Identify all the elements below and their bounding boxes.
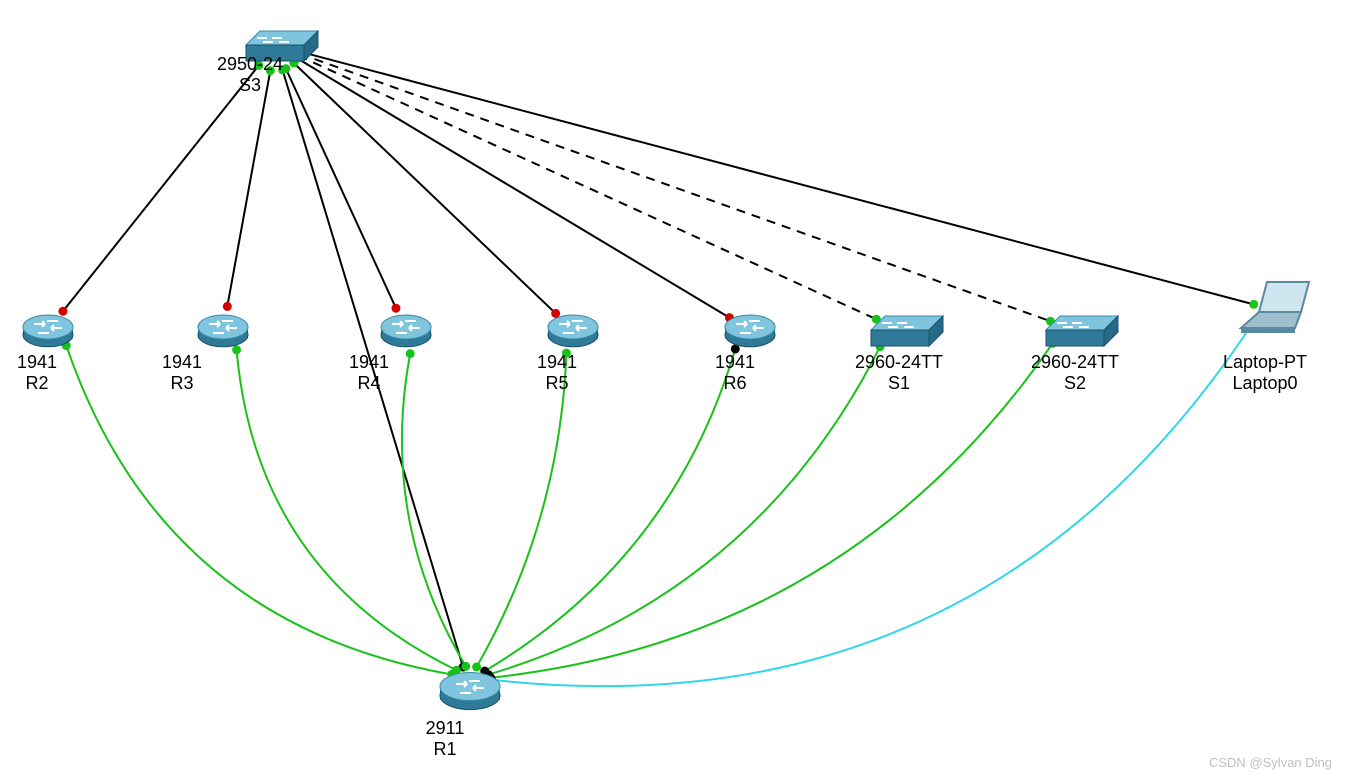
- link-S3-S2[interactable]: [299, 54, 1050, 322]
- device-S2[interactable]: [1046, 316, 1118, 346]
- watermark: CSDN @Sylvan Ding: [1209, 755, 1332, 770]
- link-S3-R5[interactable]: [294, 63, 556, 313]
- port-status-dot: [232, 345, 241, 354]
- device-R6[interactable]: [725, 315, 775, 347]
- device-label-R5: 1941 R5: [537, 352, 577, 393]
- port-status-dot: [58, 307, 67, 316]
- link-R1-S1[interactable]: [488, 347, 880, 675]
- link-S3-R3[interactable]: [227, 71, 270, 307]
- device-label-S3: 2950-24 S3: [217, 54, 283, 95]
- device-label-L0: Laptop-PT Laptop0: [1223, 352, 1307, 393]
- link-R1-S2[interactable]: [491, 343, 1053, 677]
- device-S1[interactable]: [871, 316, 943, 346]
- link-R1-R2[interactable]: [66, 346, 451, 675]
- port-status-dot: [406, 349, 415, 358]
- device-R1[interactable]: [440, 673, 500, 710]
- device-R2[interactable]: [23, 315, 73, 347]
- link-R1-R5[interactable]: [477, 353, 567, 667]
- device-R3[interactable]: [198, 315, 248, 347]
- device-label-S2: 2960-24TT S2: [1031, 352, 1119, 393]
- port-status-dot: [391, 304, 400, 313]
- link-S3-L0[interactable]: [300, 52, 1254, 305]
- device-label-S1: 2960-24TT S1: [855, 352, 943, 393]
- link-S3-S1[interactable]: [299, 56, 877, 319]
- device-R4[interactable]: [381, 315, 431, 347]
- topology-canvas: [0, 0, 1350, 780]
- port-status-dot: [551, 309, 560, 318]
- link-S3-R6[interactable]: [297, 58, 729, 317]
- link-R1-R4[interactable]: [402, 354, 466, 667]
- device-label-R4: 1941 R4: [349, 352, 389, 393]
- device-label-R2: 1941 R2: [17, 352, 57, 393]
- port-status-dot: [1249, 300, 1258, 309]
- link-R1-R3[interactable]: [237, 350, 457, 670]
- link-S3-R2[interactable]: [63, 65, 259, 311]
- link-S3-R4[interactable]: [286, 69, 396, 309]
- link-R1-R6[interactable]: [485, 349, 736, 671]
- port-status-dot: [223, 302, 232, 311]
- device-label-R1: 2911 R1: [426, 718, 465, 759]
- port-status-dot: [461, 662, 470, 671]
- port-status-dot: [472, 662, 481, 671]
- device-R5[interactable]: [548, 315, 598, 347]
- device-label-R6: 1941 R6: [715, 352, 755, 393]
- device-label-R3: 1941 R3: [162, 352, 202, 393]
